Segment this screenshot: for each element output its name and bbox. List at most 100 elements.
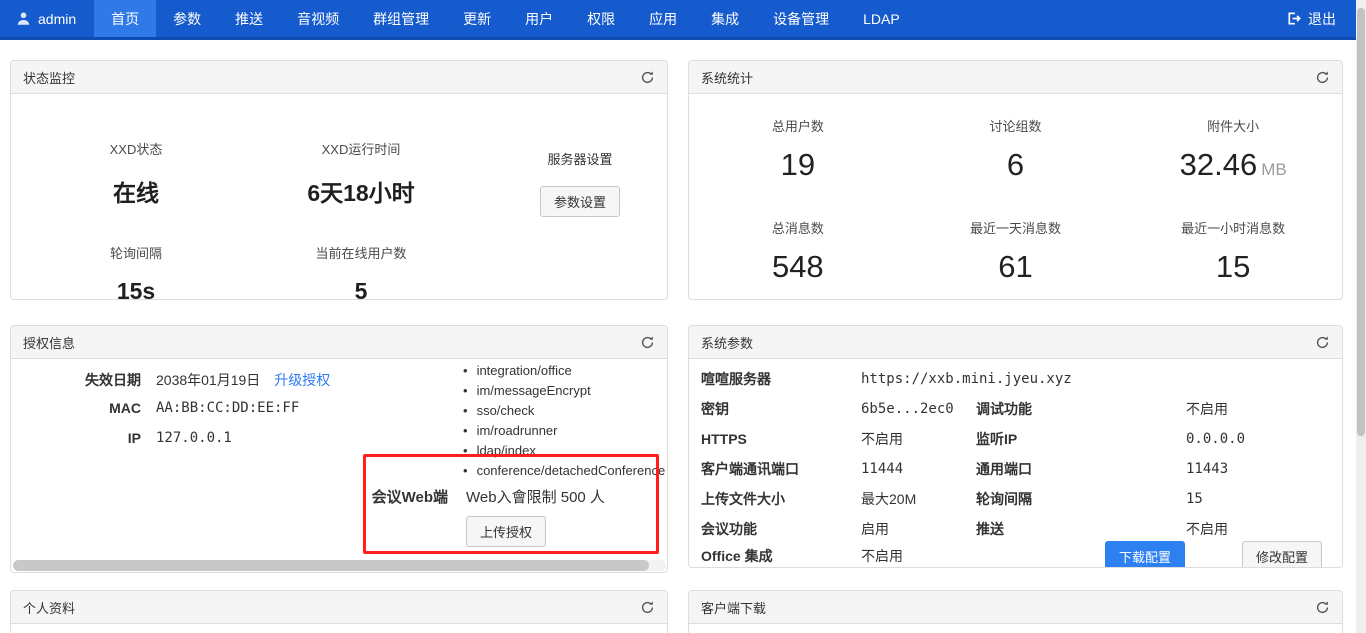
client-download-panel: 客户端下载: [688, 590, 1343, 633]
param-value: 11444: [861, 461, 976, 477]
stat-value: 6: [907, 147, 1125, 183]
metric-poll-interval: 轮询间隔 15s: [31, 243, 241, 300]
list-item: •im/roadrunner: [463, 420, 665, 440]
license-panel: 授权信息 失效日期 2038年01月19日 升级授权 MAC AA:BB:CC:…: [10, 325, 668, 573]
stat-attachment-size: 附件大小 32.46MB: [1124, 94, 1342, 196]
upgrade-license-link[interactable]: 升级授权: [274, 370, 330, 390]
license-field-mac: MAC AA:BB:CC:DD:EE:FF: [11, 400, 299, 416]
param-value: 0.0.0.0: [1186, 431, 1330, 447]
logout-icon: [1286, 11, 1301, 26]
refresh-icon[interactable]: [1315, 335, 1330, 350]
nav-item-ldap[interactable]: LDAP: [846, 0, 917, 37]
param-row-ports: 客户端通讯端口 11444 通用端口 11443: [701, 454, 1330, 484]
nav-item-av[interactable]: 音视频: [280, 0, 356, 37]
stat-value: 548: [689, 249, 907, 285]
field-value: AA:BB:CC:DD:EE:FF: [156, 400, 299, 416]
nav-item-integrations[interactable]: 集成: [694, 0, 756, 37]
param-row-https-listen: HTTPS 不启用 监听IP 0.0.0.0: [701, 424, 1330, 454]
modify-config-button[interactable]: 修改配置: [1242, 541, 1322, 569]
param-value: https://xxb.mini.jyeu.xyz: [861, 371, 1330, 387]
metric-value: 在线: [31, 174, 241, 208]
stats-panel-title: 系统统计: [701, 68, 753, 87]
param-value: 15: [1186, 491, 1330, 507]
bullet-icon: •: [463, 463, 468, 478]
server-settings-box: 服务器设置 参数设置: [489, 149, 668, 217]
nav-item-params[interactable]: 参数: [156, 0, 218, 37]
bullet-icon: •: [463, 363, 468, 378]
refresh-icon[interactable]: [640, 335, 655, 350]
metric-label: XXD运行时间: [256, 139, 466, 158]
license-field-expiry: 失效日期 2038年01月19日 升级授权: [11, 370, 330, 390]
metric-label: 当前在线用户数: [256, 243, 466, 262]
stats-panel: 系统统计 总用户数 19 讨论组数 6 附件大小 32.46MB 总消息数 54…: [688, 60, 1343, 300]
license-panel-header: 授权信息: [11, 326, 667, 359]
param-label: 通用端口: [976, 459, 1186, 479]
nav-item-home[interactable]: 首页: [94, 0, 156, 37]
stat-value: 15: [1124, 249, 1342, 285]
param-value: 不启用: [1186, 519, 1330, 539]
client-download-panel-title: 客户端下载: [701, 598, 766, 617]
field-value: 127.0.0.1: [156, 430, 232, 446]
logout-label: 退出: [1308, 9, 1336, 29]
param-value: 启用: [861, 519, 976, 539]
stat-label: 总消息数: [689, 218, 907, 237]
client-download-panel-header: 客户端下载: [689, 591, 1342, 624]
refresh-icon[interactable]: [1315, 70, 1330, 85]
upload-license-button[interactable]: 上传授权: [466, 516, 546, 547]
profile-panel: 个人资料: [10, 590, 668, 633]
params-panel-title: 系统参数: [701, 333, 753, 352]
bullet-icon: •: [463, 383, 468, 398]
status-panel-title: 状态监控: [23, 68, 75, 87]
nav-item-apps[interactable]: 应用: [632, 0, 694, 37]
refresh-icon[interactable]: [640, 600, 655, 615]
param-value: 11443: [1186, 461, 1330, 477]
param-value: 6b5e...2ec0: [861, 401, 976, 417]
metric-value: 15s: [31, 278, 241, 300]
refresh-icon[interactable]: [1315, 600, 1330, 615]
param-label: 推送: [976, 519, 1186, 539]
vertical-scrollbar-thumb[interactable]: [1357, 8, 1365, 436]
horizontal-scrollbar-thumb[interactable]: [13, 560, 649, 571]
upload-license-wrap: 上传授权: [466, 516, 546, 547]
server-settings-label: 服务器设置: [489, 149, 668, 168]
nav-item-groups[interactable]: 群组管理: [356, 0, 446, 37]
nav-item-users[interactable]: 用户: [508, 0, 570, 37]
refresh-icon[interactable]: [640, 70, 655, 85]
param-label: 客户端通讯端口: [701, 459, 861, 479]
stat-total-users: 总用户数 19: [689, 94, 907, 196]
top-navbar: admin 首页 参数 推送 音视频 群组管理 更新 用户 权限 应用 集成 设…: [0, 0, 1356, 40]
param-label: 密钥: [701, 399, 861, 419]
nav-item-update[interactable]: 更新: [446, 0, 508, 37]
list-item: •ldap/index: [463, 440, 665, 460]
field-label: 失效日期: [11, 370, 141, 390]
param-label: HTTPS: [701, 431, 861, 447]
param-row-upload-poll: 上传文件大小 最大20M 轮询间隔 15: [701, 484, 1330, 514]
download-config-button[interactable]: 下载配置: [1105, 541, 1185, 569]
param-row-office: Office 集成 不启用 下载配置 修改配置: [701, 541, 1330, 568]
meeting-web-row: 会议Web端 Web入會限制 500 人: [11, 486, 667, 507]
nav-item-push[interactable]: 推送: [218, 0, 280, 37]
stat-discussion-groups: 讨论组数 6: [907, 94, 1125, 196]
field-value: 2038年01月19日: [156, 370, 260, 390]
param-label: 喧喧服务器: [701, 369, 861, 389]
stat-value: 61: [907, 249, 1125, 285]
stat-unit: MB: [1261, 160, 1287, 179]
nav-item-devices[interactable]: 设备管理: [756, 0, 846, 37]
logout-button[interactable]: 退出: [1266, 0, 1356, 37]
param-value: 最大20M: [861, 489, 976, 509]
user-name: admin: [38, 11, 76, 27]
list-item: •im/messageEncrypt: [463, 380, 665, 400]
nav-item-permissions[interactable]: 权限: [570, 0, 632, 37]
param-label: 调试功能: [976, 399, 1186, 419]
settings-button[interactable]: 参数设置: [540, 186, 620, 217]
list-item: •conference/detachedConference: [463, 460, 665, 480]
profile-panel-header: 个人资料: [11, 591, 667, 624]
license-field-ip: IP 127.0.0.1: [11, 430, 232, 446]
status-panel: 状态监控 XXD状态 在线 XXD运行时间 6天18小时 轮询间隔 15s 当前…: [10, 60, 668, 300]
param-value: 不启用: [1186, 399, 1330, 419]
param-label: Office 集成: [701, 546, 861, 566]
current-user[interactable]: admin: [0, 0, 94, 37]
stat-label: 讨论组数: [907, 116, 1125, 135]
stat-label: 最近一天消息数: [907, 218, 1125, 237]
field-label: MAC: [11, 400, 141, 416]
